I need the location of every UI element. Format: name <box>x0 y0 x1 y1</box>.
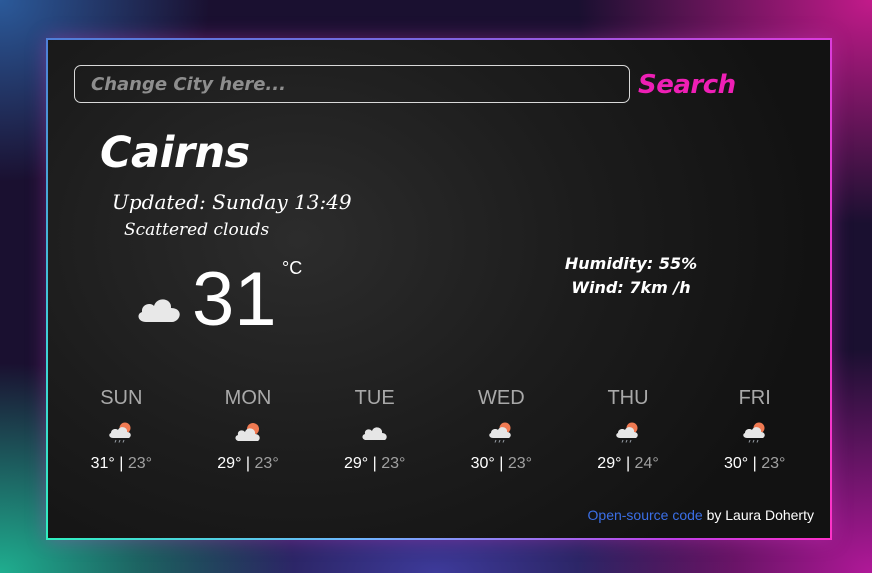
cloud-icon <box>138 299 180 322</box>
open-source-link[interactable]: Open-source code <box>588 507 703 523</box>
forecast-day: SUN 31° | 23° <box>58 385 185 473</box>
day-temperatures: 29° | 24° <box>597 455 659 472</box>
high-temperature: 29° <box>217 455 242 472</box>
day-temperatures: 30° | 23° <box>470 455 533 472</box>
cloud-icon <box>362 427 387 440</box>
sun-cloud-rain-icon <box>616 422 638 443</box>
day-name: TUE <box>354 387 395 409</box>
search-button[interactable]: Search <box>638 70 736 100</box>
current-temperature: 31 <box>192 257 277 342</box>
low-temperature: 23° <box>254 455 279 472</box>
updated-time: Updated: Sunday 13:49 <box>112 190 352 214</box>
city-name: Cairns <box>100 128 250 178</box>
weather-description: Scattered clouds <box>124 220 270 240</box>
low-temperature: 24° <box>634 455 659 472</box>
forecast-day: FRI 30° | 23° <box>691 385 818 473</box>
day-name: THU <box>607 387 649 409</box>
day-name: FRI <box>738 387 771 409</box>
weather-card: Search Cairns Updated: Sunday 13:49 Scat… <box>46 38 832 540</box>
day-temperatures: 29° | 23° <box>343 455 406 472</box>
day-temperatures: 29° | 23° <box>217 455 279 472</box>
day-temperatures: 31° | 23° <box>90 455 153 472</box>
forecast-day: THU 29° | 24° <box>565 385 692 473</box>
high-temperature: 29° <box>343 455 369 472</box>
forecast-day: WED 30° | 23° <box>438 385 565 473</box>
low-temperature: 23° <box>507 455 533 472</box>
low-temperature: 23° <box>761 455 786 472</box>
sun-cloud-rain-icon <box>489 422 512 443</box>
low-temperature: 23° <box>381 455 406 472</box>
high-temperature: 29° <box>597 455 622 472</box>
low-temperature: 23° <box>127 455 153 472</box>
high-temperature: 30° <box>470 455 495 472</box>
city-search-input[interactable] <box>74 65 630 103</box>
high-temperature: 31° <box>90 455 115 472</box>
wind: Wind: 7km /h <box>571 278 691 297</box>
day-name: SUN <box>100 387 143 409</box>
day-name: WED <box>478 387 525 409</box>
forecast: SUN 31° | 23° MON 29° | 23° TUE 29° | 23… <box>58 385 818 473</box>
author-credit: by Laura Doherty <box>702 507 814 523</box>
sun-cloud-rain-icon <box>742 422 765 443</box>
forecast-day: TUE 29° | 23° <box>311 385 438 473</box>
footer-credit: Open-source code by Laura Doherty <box>588 507 814 523</box>
weather-details: Humidity: 55% Wind: 7km /h <box>548 252 714 300</box>
high-temperature: 30° <box>723 455 749 472</box>
sun-cloud-icon <box>235 423 260 441</box>
day-temperatures: 30° | 23° <box>723 455 786 472</box>
sun-cloud-rain-icon <box>109 422 132 443</box>
day-name: MON <box>224 387 272 409</box>
forecast-day: MON 29° | 23° <box>185 385 312 473</box>
temperature-unit: °C <box>282 258 303 278</box>
humidity: Humidity: 55% <box>564 254 698 273</box>
